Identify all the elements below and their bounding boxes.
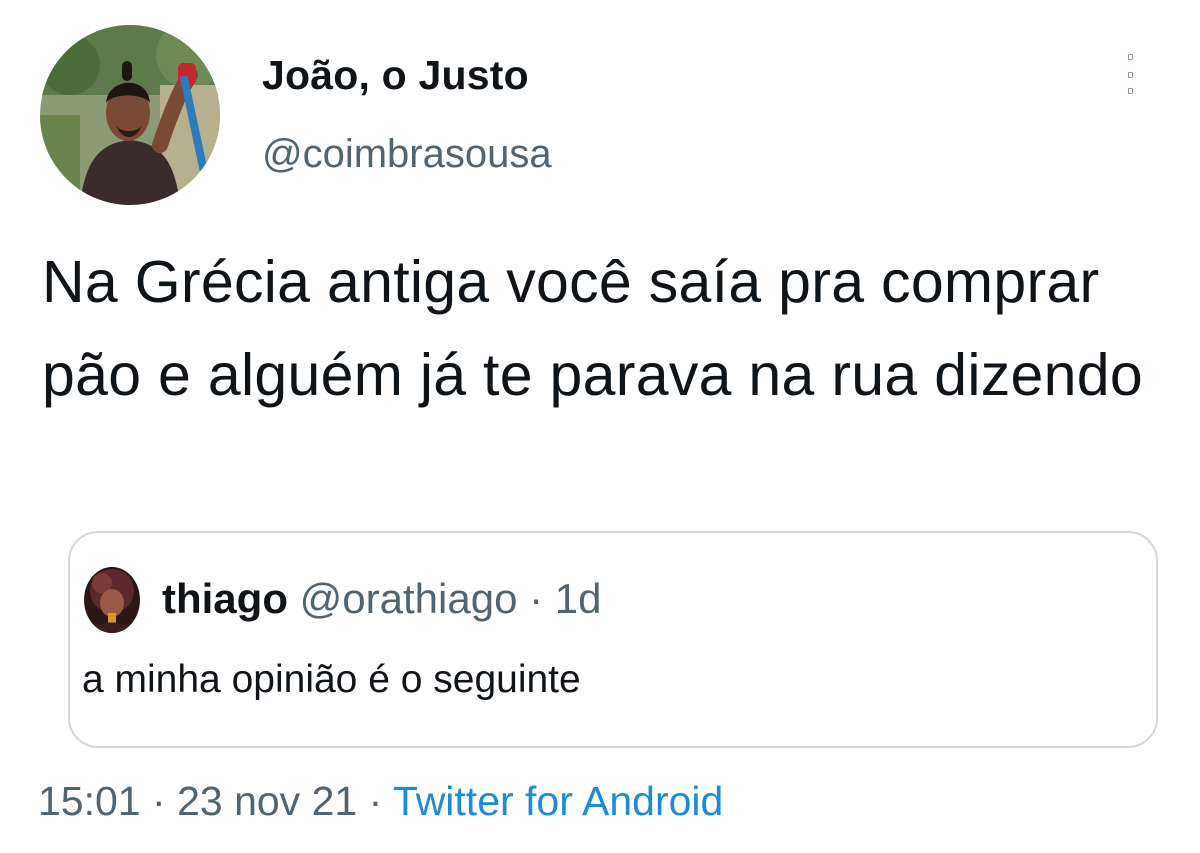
quoted-author-avatar[interactable]	[84, 567, 140, 633]
tweet-date[interactable]: 23 nov 21	[177, 778, 357, 824]
more-options-button[interactable]	[1118, 50, 1146, 104]
quoted-tweet-header: thiago @orathiago · 1d	[162, 575, 602, 623]
tweet-text: Na Grécia antiga você saía pra comprar p…	[42, 249, 1143, 408]
author-display-name[interactable]: João, o Justo	[262, 52, 529, 99]
footer-separator-2: ·	[368, 778, 383, 824]
tweet-source-link[interactable]: Twitter for Android	[393, 778, 723, 824]
quoted-tweet-text: a minha opinião é o seguinte	[82, 658, 581, 701]
quoted-tweet-age[interactable]: 1d	[555, 575, 602, 622]
tweet-time[interactable]: 15:01	[38, 778, 141, 824]
quoted-author-avatar-image	[84, 567, 140, 633]
author-avatar[interactable]	[40, 25, 220, 205]
quoted-meta-separator: ·	[529, 575, 544, 622]
quoted-author-handle[interactable]: @orathiago	[300, 575, 518, 622]
quoted-author-name[interactable]: thiago	[162, 575, 288, 622]
author-handle[interactable]: @coimbrasousa	[262, 132, 552, 177]
tweet: João, o Justo @coimbrasousa Na Grécia an…	[0, 0, 1200, 853]
footer-separator-1: ·	[152, 778, 166, 824]
quoted-tweet-card[interactable]: thiago @orathiago · 1d a minha opinião é…	[68, 531, 1158, 748]
tweet-footer: 15:01 · 23 nov 21 · Twitter for Android	[38, 778, 723, 825]
author-avatar-image	[40, 25, 220, 205]
